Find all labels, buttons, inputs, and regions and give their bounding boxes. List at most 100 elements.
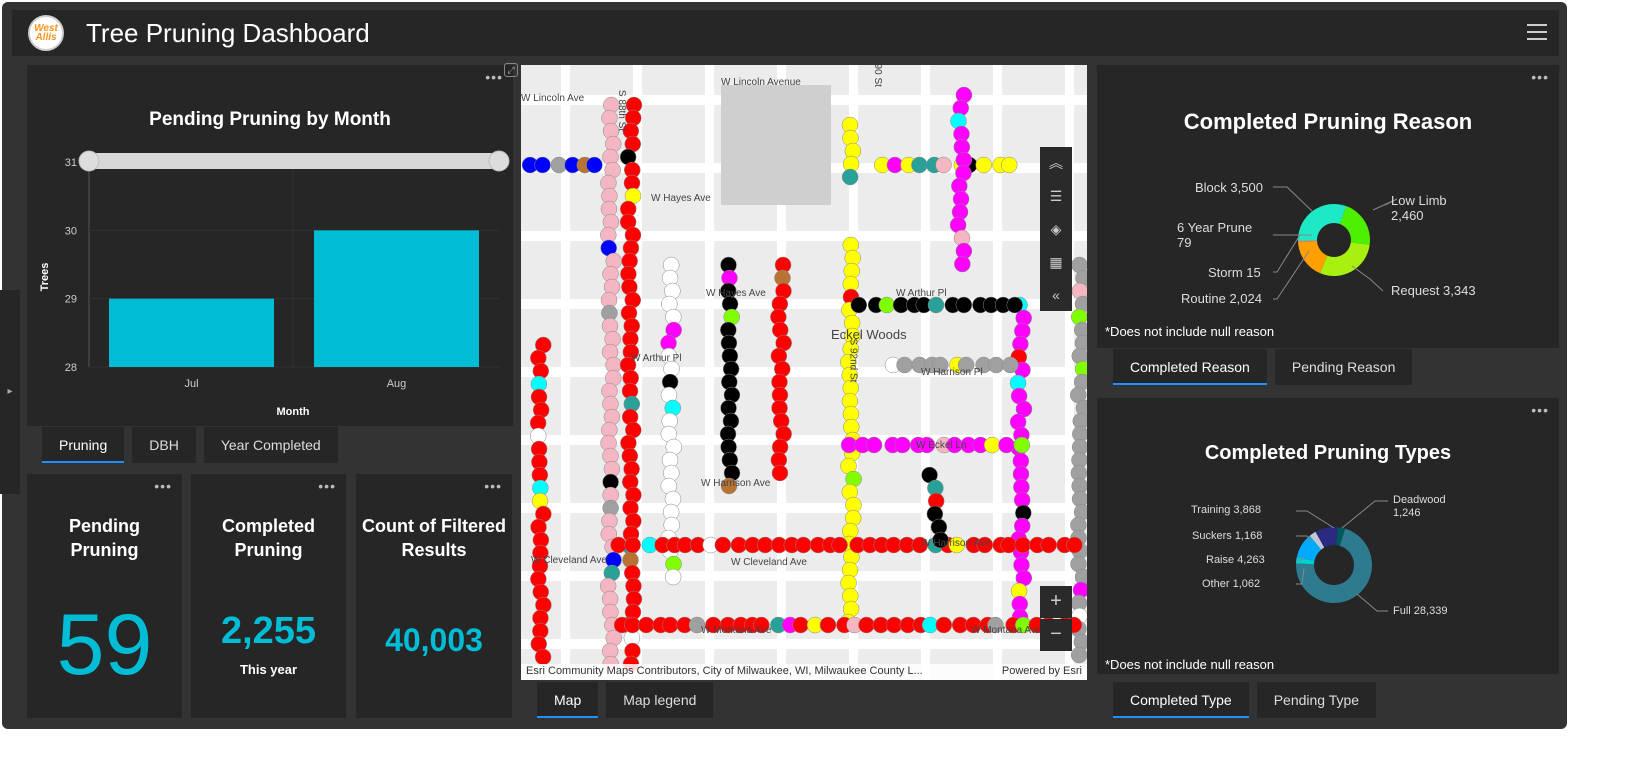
label-6-year-prune: 6 Year Prune 79	[1177, 220, 1253, 250]
kpi-value: 40,003	[385, 622, 483, 658]
street-label: Eckel Woods	[831, 327, 907, 342]
side-panel-toggle[interactable]: ▸	[0, 290, 20, 494]
pending-chart-panel: ••• Pending Pruning by Month 28 29 30 31 Jul…	[27, 65, 513, 426]
tab-map[interactable]: Map	[537, 682, 599, 718]
tree-point	[998, 436, 1015, 454]
fullscreen-icon[interactable]: ⤢	[504, 63, 518, 77]
header: West Allis Tree Pruning Dashboard	[12, 10, 1559, 56]
street-label: W Cleveland Ave	[531, 555, 607, 566]
slice-request	[1319, 242, 1370, 276]
street-label: S 90 St	[871, 65, 883, 87]
tree-point	[858, 616, 875, 634]
menu-icon[interactable]	[1527, 24, 1547, 40]
tree-point	[792, 616, 809, 634]
more-options-icon[interactable]: •••	[318, 478, 336, 494]
tab-completed-reason[interactable]: Completed Reason	[1113, 349, 1267, 385]
tree-point	[1002, 356, 1019, 374]
slider-handle[interactable]	[488, 150, 510, 172]
tree-point	[1066, 536, 1083, 554]
label-full: Full 28,339	[1393, 605, 1448, 617]
more-options-icon[interactable]: •••	[484, 478, 502, 494]
label-training: Training 3,868	[1191, 504, 1261, 516]
kpi-subtitle: This year	[239, 662, 298, 677]
leader-line	[1296, 510, 1335, 529]
x-tick-label: Aug	[387, 378, 407, 390]
tab-pruning[interactable]: Pruning	[42, 427, 125, 463]
tree-point	[664, 568, 682, 586]
tree-point	[865, 436, 883, 454]
tree-point	[911, 156, 928, 174]
tree-point	[831, 536, 848, 554]
tree-points-layer[interactable]	[521, 65, 1087, 680]
y-tick-label: 31	[65, 157, 77, 169]
legend-icon[interactable]: ☰	[1040, 180, 1072, 213]
y-tick-label: 28	[65, 362, 77, 374]
map-tabs: Map Map legend	[537, 682, 714, 718]
basemap-icon[interactable]: ▦	[1040, 246, 1072, 279]
powered-by-esri[interactable]: Powered by Esri	[1002, 665, 1082, 679]
tree-point	[756, 536, 774, 554]
street-label: W Hayes Ave	[706, 288, 766, 299]
tree-point	[1006, 296, 1023, 314]
range-slider[interactable]	[89, 153, 499, 169]
bar-aug	[314, 230, 479, 367]
street-label: S 92nd St	[847, 338, 859, 383]
kpi-label: Count of Filtered Results	[362, 516, 506, 560]
street-label: W Arthur Pl	[896, 288, 947, 299]
tree-point	[586, 156, 603, 174]
tree-point	[896, 356, 913, 374]
kpi-value: 2,255	[220, 610, 317, 652]
tree-point	[534, 648, 552, 666]
reason-note: *Does not include null reason	[1105, 324, 1275, 339]
label-low-limb: Low Limb 2,460	[1391, 193, 1447, 223]
more-options-icon[interactable]: •••	[154, 478, 172, 494]
leader-line	[1351, 265, 1384, 292]
street-label: W Lincoln Avenue	[721, 77, 801, 88]
zoom-in-button[interactable]: +	[1040, 586, 1072, 618]
tree-point	[795, 536, 812, 554]
zoom-out-button[interactable]: −	[1040, 619, 1072, 651]
layers-icon[interactable]: ◈	[1040, 213, 1072, 246]
label-routine: Routine 2,024	[1181, 291, 1262, 306]
tab-completed-type[interactable]: Completed Type	[1113, 682, 1249, 718]
x-tick-label: Jul	[184, 378, 198, 390]
tab-dbh[interactable]: DBH	[132, 427, 196, 463]
street-label: W Cleveland Ave	[731, 557, 807, 568]
x-axis-label: Month	[277, 406, 310, 418]
leader-line	[1273, 186, 1313, 212]
types-tabs: Completed Type Pending Type	[1113, 682, 1377, 718]
tree-point	[637, 616, 655, 634]
reason-tabs: Completed Reason Pending Reason	[1113, 349, 1413, 385]
label-storm: Storm 15	[1208, 265, 1261, 280]
slice-low-limb	[1339, 206, 1370, 245]
tab-pending-type[interactable]: Pending Type	[1256, 682, 1377, 718]
tree-point	[1070, 646, 1087, 664]
completed-pruning-card: ••• Completed Pruning 2,255 This year	[191, 474, 346, 718]
tree-point	[927, 296, 945, 314]
map[interactable]: W Lincoln Avenue W Lincoln Ave W Hayes Ave…	[521, 65, 1087, 680]
road	[561, 65, 570, 680]
tree-point	[624, 536, 641, 554]
tree-point	[1013, 436, 1031, 454]
tab-year-completed[interactable]: Year Completed	[203, 427, 338, 463]
dashboard: West Allis Tree Pruning Dashboard ▸ ••• P…	[0, 2, 1567, 729]
kpi-label: Pending Pruning	[69, 516, 140, 560]
street-label: W Arthur Pl	[631, 353, 682, 364]
tree-point	[1000, 536, 1017, 554]
tab-pending-reason[interactable]: Pending Reason	[1274, 349, 1413, 385]
page-title: Tree Pruning Dashboard	[86, 17, 370, 48]
street-label: W Eckel Ln	[916, 440, 967, 451]
slider-handle[interactable]	[78, 150, 100, 172]
street-label: W Montana Ave	[971, 625, 1042, 636]
attribution: Esri Community Maps Contributors, City o…	[521, 664, 1087, 680]
leader-line	[1341, 500, 1388, 529]
tree-point	[1014, 536, 1031, 554]
tree-point	[819, 616, 837, 634]
tab-map-legend[interactable]: Map legend	[606, 682, 714, 718]
reason-donut-chart	[1273, 186, 1398, 300]
collapse-icon[interactable]: «	[1040, 279, 1072, 312]
street-label: W Harrison Ave	[701, 478, 771, 489]
tree-point	[954, 255, 971, 273]
bar-jul	[109, 298, 274, 367]
collapse-up-icon[interactable]: ︽	[1040, 147, 1072, 180]
